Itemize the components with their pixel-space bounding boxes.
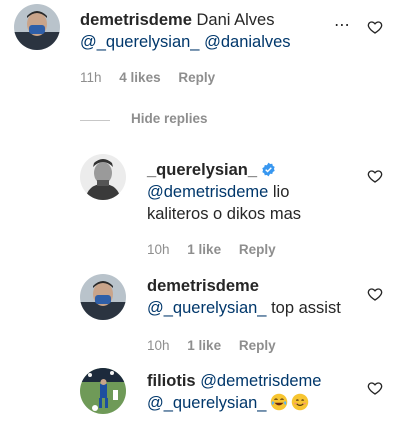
mention-link[interactable]: @_querelysian_: [147, 394, 267, 412]
comment-meta: 10h 1 like Reply: [147, 337, 290, 355]
comment-username[interactable]: filiotis: [147, 372, 196, 390]
likes-count[interactable]: 1 like: [187, 338, 221, 353]
avatar[interactable]: [80, 368, 126, 414]
comment-text: demetrisdeme @_querelysian_ top assist: [147, 275, 367, 319]
avatar[interactable]: [80, 154, 126, 200]
comment-body-continued: kaliteros o dikos mas: [147, 205, 302, 223]
avatar-image: [14, 4, 60, 50]
comment-time: 10h: [147, 338, 170, 353]
avatar-image: [80, 368, 126, 414]
mention-link[interactable]: @_querelysian_: [147, 299, 267, 317]
reply-3: filiotis @demetrisdeme @_querelysian_: [0, 366, 405, 421]
mention-link[interactable]: @demetrisdeme: [147, 183, 268, 201]
face-with-tears-of-joy-icon: [270, 393, 287, 411]
comment-text: _querelysian_ @demetrisdeme lio kalitero…: [147, 159, 357, 225]
reply-button[interactable]: Reply: [239, 338, 276, 353]
comment-username[interactable]: demetrisdeme: [147, 277, 259, 295]
comment-body: top assist: [271, 299, 341, 317]
comment-time: 10h: [147, 242, 170, 257]
verified-badge-icon: [262, 162, 275, 177]
mention-link[interactable]: @danialves: [204, 33, 290, 51]
comment-text: demetrisdeme Dani Alves @_querelysian_ @…: [80, 9, 340, 53]
mention-link[interactable]: @demetrisdeme: [200, 372, 321, 390]
comment-body: lio: [272, 183, 290, 201]
avatar-image: [80, 154, 126, 200]
like-heart-icon[interactable]: [367, 168, 383, 184]
avatar[interactable]: [80, 274, 126, 320]
reply-button[interactable]: Reply: [178, 70, 215, 85]
comment-1: demetrisdeme Dani Alves @_querelysian_ @…: [0, 0, 405, 100]
reply-button[interactable]: Reply: [239, 242, 276, 257]
comment-username[interactable]: demetrisdeme: [80, 11, 192, 29]
more-options-icon[interactable]: ⋯: [334, 18, 351, 34]
comment-text: filiotis @demetrisdeme @_querelysian_: [147, 370, 372, 414]
hide-replies-divider: [80, 120, 110, 121]
likes-count[interactable]: 1 like: [187, 242, 221, 257]
comment-meta: 10h 1 like Reply: [147, 241, 290, 259]
comment-body: Dani Alves: [196, 11, 275, 29]
mention-link[interactable]: @_querelysian_: [80, 33, 200, 51]
likes-count[interactable]: 4 likes: [119, 70, 160, 85]
comment-time: 11h: [80, 70, 102, 85]
avatar[interactable]: [14, 4, 60, 50]
like-heart-icon[interactable]: [367, 286, 383, 302]
reply-2: demetrisdeme @_querelysian_ top assist 1…: [0, 272, 405, 362]
comment-username[interactable]: _querelysian_: [147, 161, 257, 179]
smiling-face-icon: [291, 393, 308, 411]
comment-meta: 11h 4 likes Reply: [80, 69, 229, 87]
like-heart-icon[interactable]: [367, 19, 383, 35]
reply-1: _querelysian_ @demetrisdeme lio kalitero…: [0, 150, 405, 260]
like-heart-icon[interactable]: [367, 380, 383, 396]
avatar-image: [80, 274, 126, 320]
hide-replies-button[interactable]: Hide replies: [131, 111, 208, 126]
